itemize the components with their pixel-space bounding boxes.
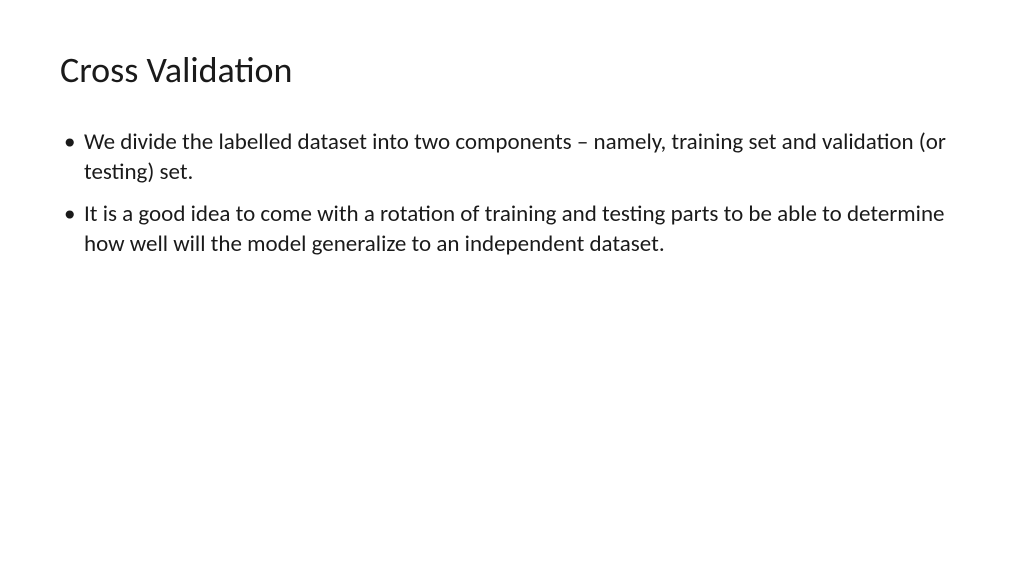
bullet-list: We divide the labelled dataset into two …	[60, 128, 964, 260]
slide-title: Cross Validation	[60, 48, 964, 92]
bullet-item: It is a good idea to come with a rotatio…	[60, 200, 964, 260]
bullet-item: We divide the labelled dataset into two …	[60, 128, 964, 188]
